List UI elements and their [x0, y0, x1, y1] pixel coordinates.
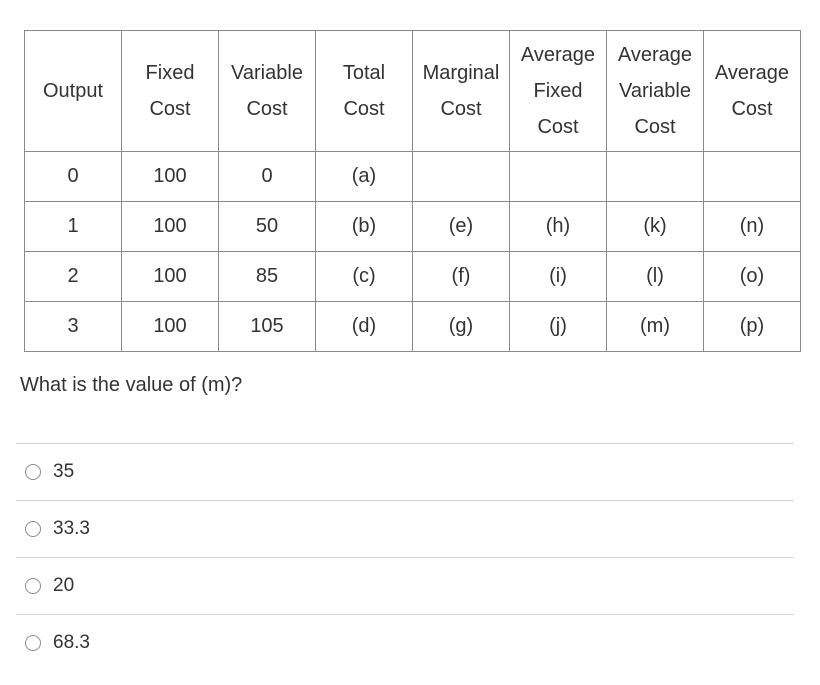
table-cell: (f)	[412, 251, 510, 302]
answer-option[interactable]: 20	[16, 557, 794, 614]
cost-table: Output Fixed Cost Variable Cost Total Co…	[24, 30, 801, 352]
header-fixed-cost: Fixed Cost	[121, 30, 219, 152]
table-cell: (a)	[315, 151, 413, 202]
header-average-cost: Average Cost	[703, 30, 801, 152]
table-cell: (m)	[606, 301, 704, 352]
table-header-row: Output Fixed Cost Variable Cost Total Co…	[24, 30, 801, 152]
table-cell: 100	[121, 201, 219, 252]
header-average-variable-cost: Average Variable Cost	[606, 30, 704, 152]
table-cell	[606, 151, 704, 202]
option-label: 20	[53, 575, 75, 596]
table-cell: (j)	[509, 301, 607, 352]
table-cell: (l)	[606, 251, 704, 302]
header-average-fixed-cost: Average Fixed Cost	[509, 30, 607, 152]
radio-button[interactable]	[25, 635, 41, 651]
header-text: Cost	[537, 116, 579, 138]
header-output: Output	[24, 30, 122, 152]
table-cell: 85	[218, 251, 316, 302]
table-cell: 0	[24, 151, 122, 202]
header-text: Average	[714, 62, 790, 84]
header-text: Total	[342, 62, 386, 84]
table-cell: 0	[218, 151, 316, 202]
table-cell: 100	[121, 251, 219, 302]
header-text: Cost	[634, 116, 676, 138]
header-text: Cost	[731, 98, 773, 120]
header-marginal-cost: Marginal Cost	[412, 30, 510, 152]
table-cell: 100	[121, 151, 219, 202]
header-text: Average	[617, 44, 693, 66]
header-text: Fixed	[533, 80, 583, 102]
header-text: Marginal	[422, 62, 500, 84]
table-cell: 2	[24, 251, 122, 302]
table-cell: (n)	[703, 201, 801, 252]
table-cell: 3	[24, 301, 122, 352]
table-row: 2 100 85 (c) (f) (i) (l) (o)	[24, 251, 801, 302]
answer-option[interactable]: 68.3	[16, 614, 794, 671]
table-cell: (i)	[509, 251, 607, 302]
header-text: Cost	[246, 98, 288, 120]
table-cell: (k)	[606, 201, 704, 252]
table-cell: (g)	[412, 301, 510, 352]
header-text: Cost	[343, 98, 385, 120]
answer-option[interactable]: 33.3	[16, 500, 794, 557]
header-variable-cost: Variable Cost	[218, 30, 316, 152]
header-text: Variable	[619, 80, 691, 102]
table-cell	[509, 151, 607, 202]
answer-options: 35 33.3 20 68.3	[16, 443, 794, 671]
option-label: 68.3	[53, 632, 90, 653]
question-text: What is the value of (m)?	[20, 374, 243, 396]
table-cell: (o)	[703, 251, 801, 302]
table-row: 3 100 105 (d) (g) (j) (m) (p)	[24, 301, 801, 352]
table-cell: 1	[24, 201, 122, 252]
header-text: Average	[520, 44, 596, 66]
table-cell: (p)	[703, 301, 801, 352]
table-cell: 105	[218, 301, 316, 352]
table-cell	[703, 151, 801, 202]
radio-button[interactable]	[25, 464, 41, 480]
radio-button[interactable]	[25, 521, 41, 537]
header-total-cost: Total Cost	[315, 30, 413, 152]
radio-button[interactable]	[25, 578, 41, 594]
answer-option[interactable]: 35	[16, 443, 794, 500]
table-cell: 100	[121, 301, 219, 352]
header-text: Cost	[440, 98, 482, 120]
table-row: 1 100 50 (b) (e) (h) (k) (n)	[24, 201, 801, 252]
table-cell: (h)	[509, 201, 607, 252]
header-text: Output	[42, 80, 104, 102]
table-cell	[412, 151, 510, 202]
header-text: Cost	[149, 98, 191, 120]
table-cell: (b)	[315, 201, 413, 252]
header-text: Fixed	[145, 62, 195, 84]
table-cell: 50	[218, 201, 316, 252]
table-cell: (e)	[412, 201, 510, 252]
table-cell: (d)	[315, 301, 413, 352]
option-label: 33.3	[53, 518, 90, 539]
header-text: Variable	[231, 62, 303, 84]
table-cell: (c)	[315, 251, 413, 302]
option-label: 35	[53, 461, 75, 482]
table-row: 0 100 0 (a)	[24, 151, 801, 202]
